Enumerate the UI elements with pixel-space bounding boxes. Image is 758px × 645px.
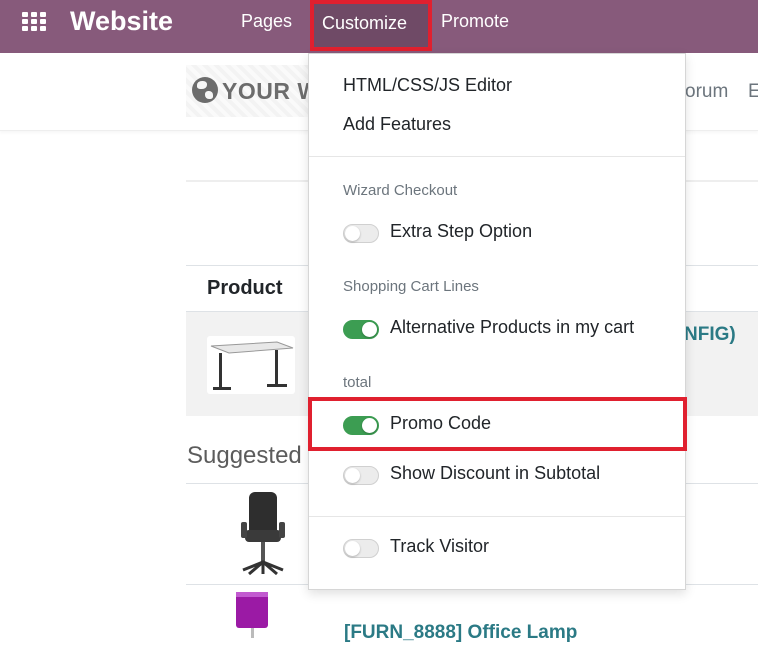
site-menu-forum[interactable]: orum bbox=[685, 81, 728, 103]
top-navbar: Website Pages Customize Promote bbox=[0, 0, 758, 53]
section-header-total: total bbox=[343, 374, 372, 391]
section-header-shopping-cart-lines: Shopping Cart Lines bbox=[343, 278, 479, 295]
toggle-switch-off[interactable] bbox=[343, 539, 379, 558]
html-css-js-editor-link[interactable]: HTML/CSS/JS Editor bbox=[343, 75, 512, 96]
apps-grid-icon[interactable] bbox=[22, 12, 48, 34]
section-header-wizard-checkout: Wizard Checkout bbox=[343, 182, 458, 199]
toggle-switch-off[interactable] bbox=[343, 224, 379, 243]
app-title[interactable]: Website bbox=[70, 6, 173, 37]
customize-dropdown: HTML/CSS/JS Editor Add Features Wizard C… bbox=[308, 53, 686, 590]
menu-promote[interactable]: Promote bbox=[441, 11, 509, 32]
menu-customize[interactable]: Customize bbox=[310, 0, 432, 51]
option-label: Extra Step Option bbox=[390, 221, 533, 241]
globe-icon bbox=[192, 77, 218, 103]
menu-pages[interactable]: Pages bbox=[241, 11, 292, 32]
option-show-discount-in-subtotal[interactable]: Show Discount in Subtotal bbox=[343, 463, 673, 487]
toggle-switch-on[interactable] bbox=[343, 320, 379, 339]
add-features-link[interactable]: Add Features bbox=[343, 114, 451, 135]
column-header-product: Product bbox=[207, 277, 283, 299]
dropdown-divider bbox=[309, 156, 685, 157]
option-label: Track Visitor bbox=[390, 536, 490, 556]
cart-product-link[interactable]: NFIG) bbox=[684, 324, 736, 346]
lamp-product-image[interactable] bbox=[232, 590, 272, 640]
suggested-products-title: Suggested bbox=[187, 442, 302, 469]
option-label: Show Discount in Subtotal bbox=[390, 463, 601, 483]
promo-code-highlight bbox=[308, 397, 687, 451]
option-alternative-products[interactable]: Alternative Products in my cart bbox=[343, 317, 673, 341]
option-label: Alternative Products in my cart bbox=[390, 317, 635, 337]
desk-product-image[interactable] bbox=[207, 336, 295, 394]
toggle-switch-off[interactable] bbox=[343, 466, 379, 485]
logo-text: YOUR W bbox=[222, 78, 320, 104]
chair-product-image[interactable] bbox=[235, 490, 291, 578]
site-menu-item[interactable]: E bbox=[748, 81, 758, 103]
option-track-visitor[interactable]: Track Visitor bbox=[343, 536, 673, 560]
suggested-product-link[interactable]: [FURN_8888] Office Lamp bbox=[344, 622, 577, 644]
dropdown-divider bbox=[309, 516, 685, 517]
option-extra-step[interactable]: Extra Step Option bbox=[343, 221, 673, 245]
